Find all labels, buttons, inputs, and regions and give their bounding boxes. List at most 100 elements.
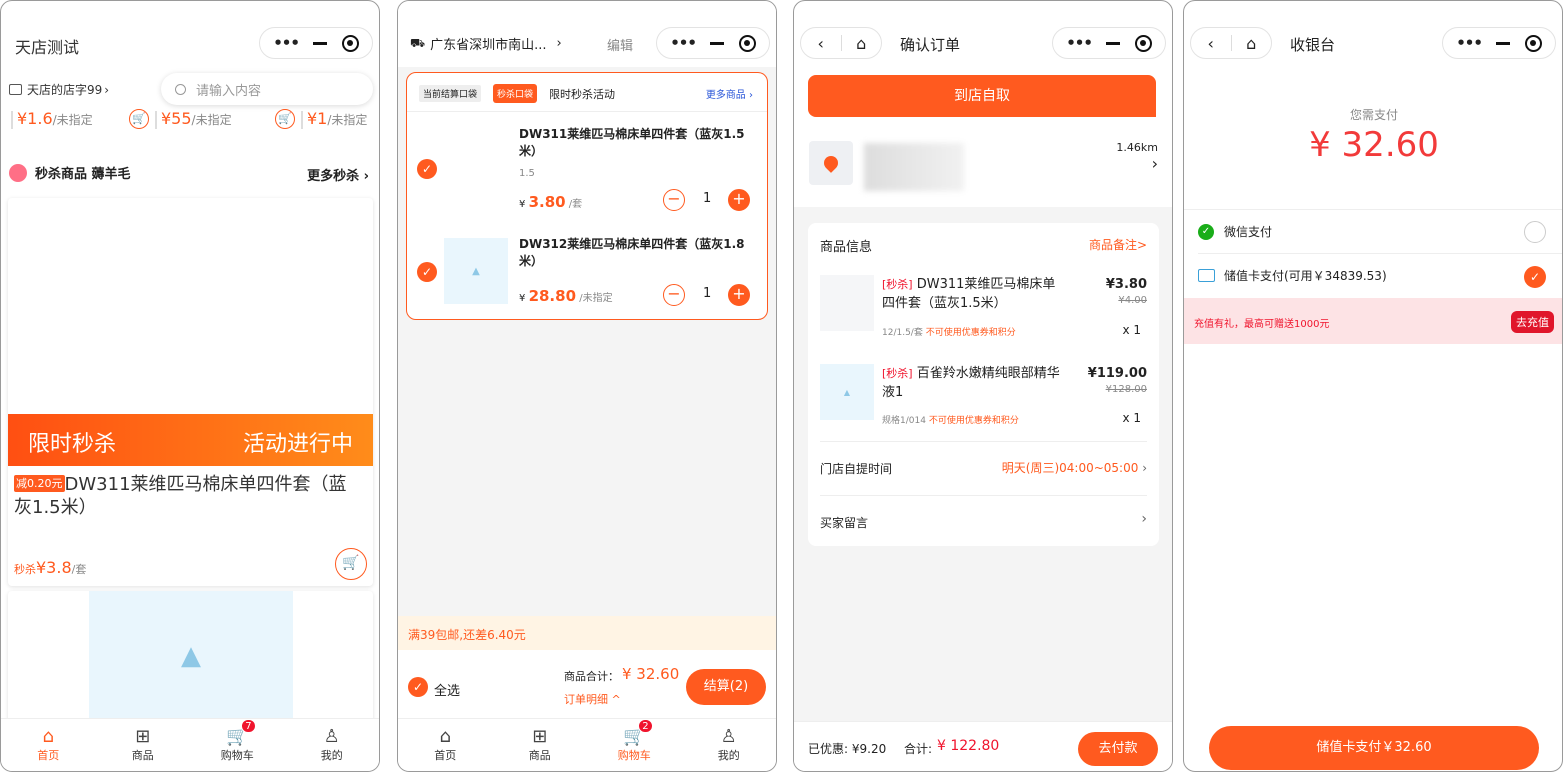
increase-button[interactable]: + xyxy=(728,284,750,306)
minimize-icon[interactable] xyxy=(1496,41,1511,45)
decrease-button[interactable]: − xyxy=(663,284,685,306)
pay-amount: ¥ 32.60 xyxy=(1309,125,1439,165)
search-input[interactable]: 请输入内容 xyxy=(161,73,373,105)
pickup-button[interactable]: 到店自取 xyxy=(808,75,1156,117)
wechat-pay-option[interactable]: ✓ 微信支付 xyxy=(1184,210,1562,253)
image-placeholder-icon: ▲ xyxy=(820,364,874,420)
back-icon[interactable]: ‹ xyxy=(1191,34,1231,53)
confirm-order-screen: ‹ ⌂ 确认订单 ••• 到店自取 1.46km › 商品信息 商品备注> [秒杀]… xyxy=(793,0,1173,772)
piggy-bank-icon xyxy=(9,163,27,182)
quantity[interactable]: 1 xyxy=(703,191,711,206)
close-icon[interactable] xyxy=(1524,34,1542,52)
home-icon[interactable]: ⌂ xyxy=(842,34,882,53)
total-label: 商品合计： xyxy=(564,670,619,683)
close-icon[interactable] xyxy=(341,34,359,52)
total-label: 合计: xyxy=(904,742,933,756)
item-spec: 1.5 xyxy=(519,168,535,179)
increase-button[interactable]: + xyxy=(728,189,750,211)
item-checkbox[interactable]: ✓ xyxy=(417,159,437,179)
activity-label: 限时秒杀活动 xyxy=(549,88,615,101)
search-placeholder: 请输入内容 xyxy=(196,83,262,99)
nav-capsule: ‹ ⌂ xyxy=(800,27,882,59)
card-icon xyxy=(1198,269,1215,282)
price-item: ¥55/未指定 xyxy=(161,109,232,128)
tab-profile[interactable]: ♙ 我的 xyxy=(285,719,380,771)
order-detail-link[interactable]: 订单明细 ^ xyxy=(564,691,621,707)
cart-screen: ⛟ 广东省深圳市南山... › 编辑 ••• 当前结算口袋 秒杀口袋 限时秒杀活… xyxy=(397,0,777,772)
recharge-promo: 充值有礼，最高可赠送1000元 去充值 xyxy=(1184,298,1562,344)
select-all-checkbox[interactable]: ✓ xyxy=(408,677,428,697)
store-selector[interactable]: 天店的店字99 › xyxy=(9,81,109,98)
order-item-price: ¥3.80 ¥4.00 xyxy=(1105,277,1147,306)
product-card[interactable]: ▲ xyxy=(8,591,373,731)
minimize-icon[interactable] xyxy=(1106,41,1121,45)
user-icon: ♙ xyxy=(323,726,340,747)
truck-icon: ⛟ xyxy=(410,35,426,50)
page-title: 收银台 xyxy=(1290,36,1336,54)
minimize-icon[interactable] xyxy=(710,41,725,45)
home-icon[interactable]: ⌂ xyxy=(1232,34,1272,53)
radio-unchecked[interactable] xyxy=(1524,221,1546,243)
home-screen: 天店测试 ••• 天店的店字99 › 请输入内容 ¥1.6/未指定 🛒 ¥55/… xyxy=(0,0,380,772)
cart-icon[interactable]: 🛒 xyxy=(275,109,295,129)
more-goods-link[interactable]: 更多商品 › xyxy=(706,86,753,101)
remark-link[interactable]: 商品备注> xyxy=(1089,236,1147,253)
more-icon[interactable]: ••• xyxy=(1456,34,1483,52)
price-item: ¥1.6/未指定 xyxy=(17,109,93,128)
item-checkbox[interactable]: ✓ xyxy=(417,262,437,282)
more-icon[interactable]: ••• xyxy=(273,34,300,52)
tab-products[interactable]: ⊞ 商品 xyxy=(493,719,588,771)
close-icon[interactable] xyxy=(1134,34,1152,52)
pay-bar: 已优惠: ¥9.20 合计: ¥ 122.80 去付款 xyxy=(794,721,1172,771)
radio-checked[interactable]: ✓ xyxy=(1524,266,1546,288)
select-all-label[interactable]: 全选 xyxy=(434,680,460,699)
flash-price: 秒杀¥3.8/套 xyxy=(14,558,87,577)
search-icon xyxy=(175,83,186,95)
cart-badge: 2 xyxy=(638,719,653,733)
decrease-button[interactable]: − xyxy=(663,189,685,211)
quantity[interactable]: 1 xyxy=(703,286,711,301)
more-icon[interactable]: ••• xyxy=(1066,34,1093,52)
store-distance[interactable]: 1.46km › xyxy=(1116,141,1158,173)
tab-home[interactable]: ⌂ 首页 xyxy=(1,719,96,771)
edit-button[interactable]: 编辑 xyxy=(607,35,633,54)
discount-tag: 减0.20元 xyxy=(14,475,65,492)
stored-card-pay-button[interactable]: 储值卡支付￥32.60 xyxy=(1209,726,1539,770)
tab-bar: ⌂ 首页 ⊞ 商品 7 🛒 购物车 ♙ 我的 xyxy=(1,718,379,771)
buyer-message-row[interactable]: 买家留言 › xyxy=(820,496,1147,544)
home-icon: ⌂ xyxy=(439,726,451,747)
more-icon[interactable]: ••• xyxy=(670,34,697,52)
recharge-button[interactable]: 去充值 xyxy=(1511,311,1554,333)
close-icon[interactable] xyxy=(738,34,756,52)
tab-products[interactable]: ⊞ 商品 xyxy=(96,719,191,771)
total-amount: ¥ 122.80 xyxy=(937,738,1000,754)
store-name: 天店的店字99 xyxy=(27,83,103,97)
address-selector[interactable]: ⛟ 广东省深圳市南山... › xyxy=(410,34,562,54)
mini-program-capsule: ••• xyxy=(259,27,373,59)
grid-icon: ⊞ xyxy=(532,726,548,747)
checkout-button[interactable]: 结算(2) xyxy=(686,669,766,705)
cart-icon[interactable]: 🛒 xyxy=(129,109,149,129)
page-title: 确认订单 xyxy=(900,36,961,54)
cart-icon: 🛒 xyxy=(623,726,646,747)
pay-button[interactable]: 去付款 xyxy=(1078,732,1158,766)
more-flash-link[interactable]: 更多秒杀 › xyxy=(307,165,369,184)
tab-home[interactable]: ⌂ 首页 xyxy=(398,719,493,771)
tab-cart[interactable]: 2 🛒 购物车 xyxy=(587,719,682,771)
order-item-qty: x 1 xyxy=(1122,411,1141,425)
checkout-bar: ✓ 全选 商品合计： ¥ 32.60 订单明细 ^ 结算(2) xyxy=(398,650,776,722)
item-price: ¥ 3.80 /套 xyxy=(519,193,583,211)
flash-product-card[interactable]: 限时秒杀 活动进行中 减0.20元 DW311莱维匹马棉床单四件套（蓝灰1.5米）… xyxy=(8,198,373,586)
pickup-time-row[interactable]: 门店自提时间 明天(周三)04:00~05:00 › xyxy=(820,442,1147,494)
mini-program-capsule: ••• xyxy=(656,27,770,59)
shipping-notice: 满39包邮,还差6.40元 xyxy=(398,616,776,650)
tab-cart[interactable]: 7 🛒 购物车 xyxy=(190,719,285,771)
item-name: DW312莱维匹马棉床单四件套（蓝灰1.8米） xyxy=(519,237,745,268)
back-icon[interactable]: ‹ xyxy=(801,34,841,53)
order-item-name: [秒杀] DW311莱维匹马棉床单四件套（蓝灰1.5米） xyxy=(882,277,1056,311)
tab-profile[interactable]: ♙ 我的 xyxy=(682,719,777,771)
wechat-pay-icon: ✓ xyxy=(1198,224,1214,240)
minimize-icon[interactable] xyxy=(313,41,328,45)
add-to-cart-button[interactable]: 🛒 xyxy=(335,548,367,580)
stored-card-option[interactable]: 储值卡支付(可用￥34839.53) ✓ xyxy=(1184,254,1562,298)
